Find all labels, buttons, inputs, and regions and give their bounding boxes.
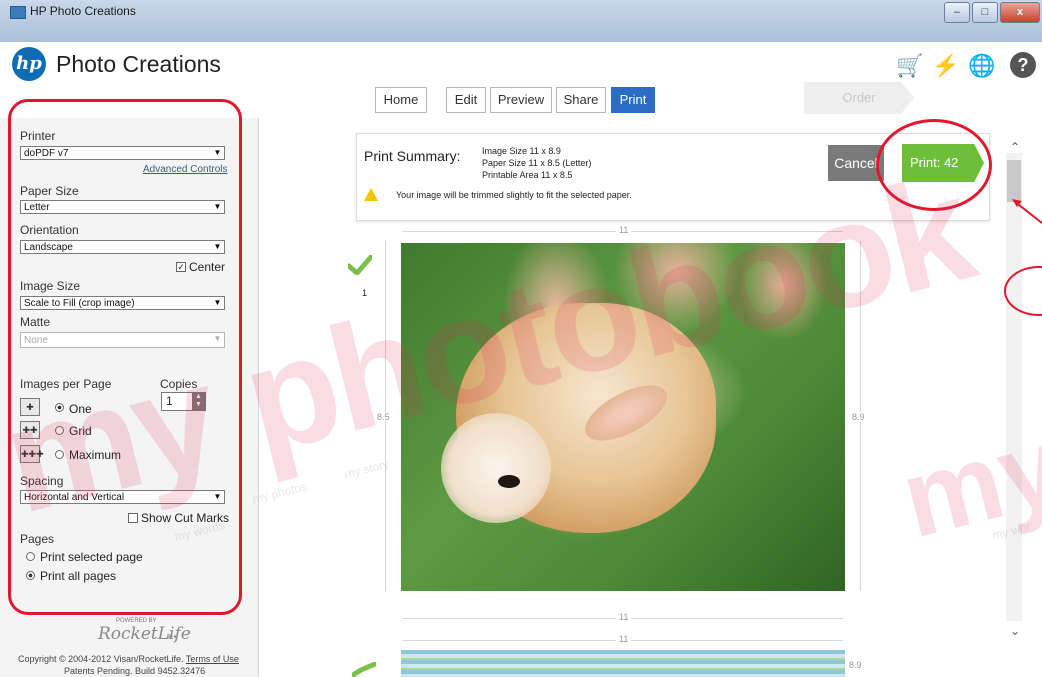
window-titlebar: HP Photo Creations – □ x bbox=[0, 0, 1042, 42]
patents-text: Patents Pending. Build 9452.32476 bbox=[64, 666, 206, 676]
scroll-up-icon[interactable]: ⌃ bbox=[1010, 140, 1020, 154]
minimize-button[interactable]: – bbox=[944, 2, 970, 23]
globe-icon[interactable]: 🌐 bbox=[968, 52, 996, 80]
next-page-thumbnail[interactable] bbox=[401, 650, 845, 677]
rabbit-eye bbox=[498, 475, 520, 488]
close-button[interactable]: x bbox=[1000, 2, 1040, 23]
annotation-arrow bbox=[1012, 199, 1042, 224]
tab-print[interactable]: Print bbox=[611, 87, 655, 113]
page-selected-check-icon[interactable] bbox=[348, 255, 372, 275]
order-button[interactable]: Order bbox=[804, 82, 914, 114]
next-height-label: 8.9 bbox=[849, 660, 862, 670]
paper-size-info: Paper Size 11 x 8.5 (Letter) bbox=[482, 158, 592, 168]
scroll-down-icon[interactable]: ⌄ bbox=[1010, 624, 1020, 638]
tab-home[interactable]: Home bbox=[375, 87, 427, 113]
maximize-button[interactable]: □ bbox=[972, 2, 998, 23]
help-icon[interactable]: ? bbox=[1010, 52, 1036, 78]
tab-share[interactable]: Share bbox=[556, 87, 606, 113]
warning-icon bbox=[364, 188, 378, 201]
bottom-width-label: 11 bbox=[616, 612, 632, 622]
copyright-line: Copyright © 2004-2012 Visan/RocketLife. bbox=[18, 654, 184, 664]
next-page-check-icon[interactable] bbox=[352, 662, 376, 677]
terms-of-use-link[interactable]: Terms of Use bbox=[186, 654, 239, 664]
right-height-label: 8.9 bbox=[852, 412, 865, 422]
arrow-logo-icon: ➳ bbox=[166, 628, 178, 644]
tab-edit[interactable]: Edit bbox=[446, 87, 486, 113]
app-window-icon bbox=[10, 6, 26, 19]
cart-icon[interactable]: 🛒 bbox=[896, 52, 924, 80]
check-icon bbox=[348, 255, 372, 275]
lightning-icon[interactable]: ⚡ bbox=[932, 52, 960, 80]
hp-logo: hp bbox=[12, 47, 46, 81]
next-width-label: 11 bbox=[616, 634, 632, 644]
print-summary-title: Print Summary: bbox=[364, 148, 461, 164]
tab-preview[interactable]: Preview bbox=[490, 87, 552, 113]
app-title: Photo Creations bbox=[56, 51, 221, 77]
warning-text: Your image will be trimmed slightly to f… bbox=[396, 190, 632, 200]
window-title: HP Photo Creations bbox=[30, 4, 136, 18]
printable-area-info: Printable Area 11 x 8.5 bbox=[482, 170, 573, 180]
image-size-info: Image Size 11 x 8.9 bbox=[482, 146, 561, 156]
copyright-text: Copyright © 2004-2012 Visan/RocketLife. … bbox=[18, 654, 239, 664]
